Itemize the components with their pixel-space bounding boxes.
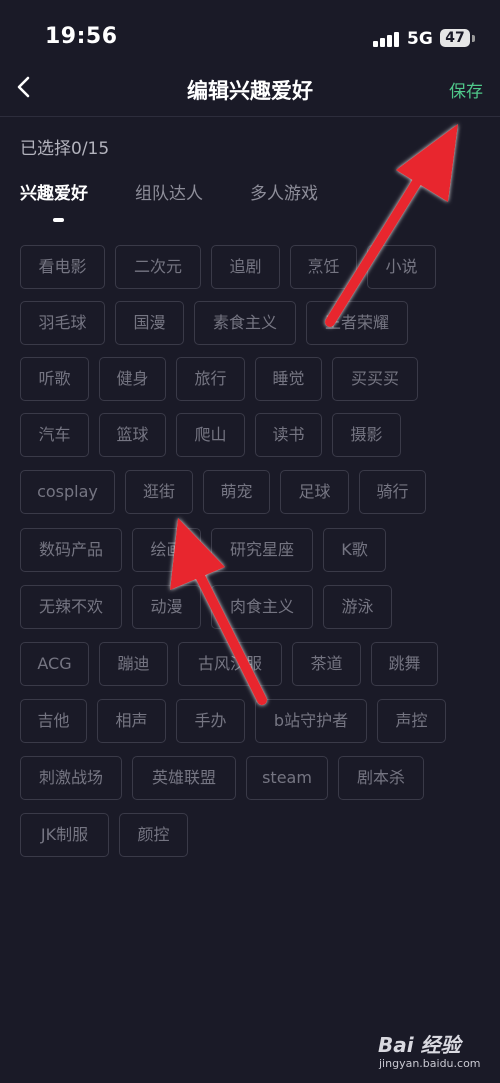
status-bar: 19:56 5G 47 xyxy=(0,0,500,64)
network-label: 5G xyxy=(407,29,433,49)
tag-item[interactable]: 健身 xyxy=(99,357,166,401)
save-button[interactable]: 保存 xyxy=(449,77,483,102)
tag-item[interactable]: 王者荣耀 xyxy=(306,301,408,345)
tag-item[interactable]: 二次元 xyxy=(115,245,201,289)
tag-item[interactable]: 听歌 xyxy=(20,357,89,401)
battery-icon: 47 xyxy=(440,29,470,47)
tag-item[interactable]: 手办 xyxy=(176,699,245,743)
tag-item[interactable]: 骑行 xyxy=(359,470,426,514)
battery-tip xyxy=(472,35,475,42)
tag-item[interactable]: 游泳 xyxy=(323,585,392,629)
tag-item[interactable]: 烹饪 xyxy=(290,245,357,289)
tag-item[interactable]: steam xyxy=(246,756,328,800)
tag-item[interactable]: 肉食主义 xyxy=(211,585,313,629)
tag-item[interactable]: 看电影 xyxy=(20,245,105,289)
tag-item[interactable]: b站守护者 xyxy=(255,699,367,743)
tag-item[interactable]: 英雄联盟 xyxy=(132,756,236,800)
selection-count: 已选择0/15 xyxy=(20,139,110,159)
tag-item[interactable]: 素食主义 xyxy=(194,301,296,345)
watermark-url: jingyan.baidu.com xyxy=(379,1057,481,1070)
baidu-jingyan-logo: Bai 经验 xyxy=(378,1033,461,1057)
tag-item[interactable]: 古风汉服 xyxy=(178,642,282,686)
tag-item[interactable]: cosplay xyxy=(20,470,115,514)
page-title: 编辑兴趣爱好 xyxy=(187,79,313,103)
tag-item[interactable]: 羽毛球 xyxy=(20,301,105,345)
tag-item[interactable]: 摄影 xyxy=(332,413,401,457)
signal-icon xyxy=(373,31,401,47)
tag-item[interactable]: 旅行 xyxy=(176,357,245,401)
tag-item[interactable]: JK制服 xyxy=(20,813,109,857)
tag-item[interactable]: 研究星座 xyxy=(211,528,313,572)
tag-item[interactable]: ACG xyxy=(20,642,89,686)
tag-item[interactable]: 汽车 xyxy=(20,413,89,457)
tag-item[interactable]: 跳舞 xyxy=(371,642,438,686)
tag-item[interactable]: 数码产品 xyxy=(20,528,122,572)
tag-item[interactable]: 绘画 xyxy=(132,528,201,572)
category-tabs: 兴趣爱好 组队达人 多人游戏 xyxy=(0,176,500,226)
tag-item[interactable]: 相声 xyxy=(97,699,166,743)
tab-indicator xyxy=(53,218,64,222)
tag-item[interactable]: 无辣不欢 xyxy=(20,585,122,629)
tag-item[interactable]: 剧本杀 xyxy=(338,756,424,800)
tag-item[interactable]: 足球 xyxy=(280,470,349,514)
tag-item[interactable]: 买买买 xyxy=(332,357,418,401)
tag-item[interactable]: 吉他 xyxy=(20,699,87,743)
tag-item[interactable]: 动漫 xyxy=(132,585,201,629)
tag-item[interactable]: 小说 xyxy=(367,245,436,289)
tab-team-expert[interactable]: 组队达人 xyxy=(135,179,203,204)
tag-item[interactable]: 茶道 xyxy=(292,642,361,686)
tag-item[interactable]: 刺激战场 xyxy=(20,756,122,800)
baidu-watermark: Bai 经验 jingyan.baidu.com xyxy=(378,1025,496,1079)
tag-item[interactable]: 追剧 xyxy=(211,245,280,289)
tag-item[interactable]: 篮球 xyxy=(99,413,166,457)
tab-multiplayer-games[interactable]: 多人游戏 xyxy=(250,179,318,204)
tag-item[interactable]: K歌 xyxy=(323,528,386,572)
nav-bar: 编辑兴趣爱好 保存 xyxy=(0,64,500,117)
tag-item[interactable]: 国漫 xyxy=(115,301,184,345)
tag-item[interactable]: 爬山 xyxy=(176,413,245,457)
tag-item[interactable]: 萌宠 xyxy=(203,470,270,514)
status-time: 19:56 xyxy=(45,24,118,49)
tag-item[interactable]: 逛街 xyxy=(125,470,193,514)
tag-item[interactable]: 读书 xyxy=(255,413,322,457)
tag-item[interactable]: 声控 xyxy=(377,699,446,743)
tag-item[interactable]: 睡觉 xyxy=(255,357,322,401)
tag-item[interactable]: 颜控 xyxy=(119,813,188,857)
tab-interests[interactable]: 兴趣爱好 xyxy=(20,179,88,204)
tag-item[interactable]: 蹦迪 xyxy=(99,642,168,686)
